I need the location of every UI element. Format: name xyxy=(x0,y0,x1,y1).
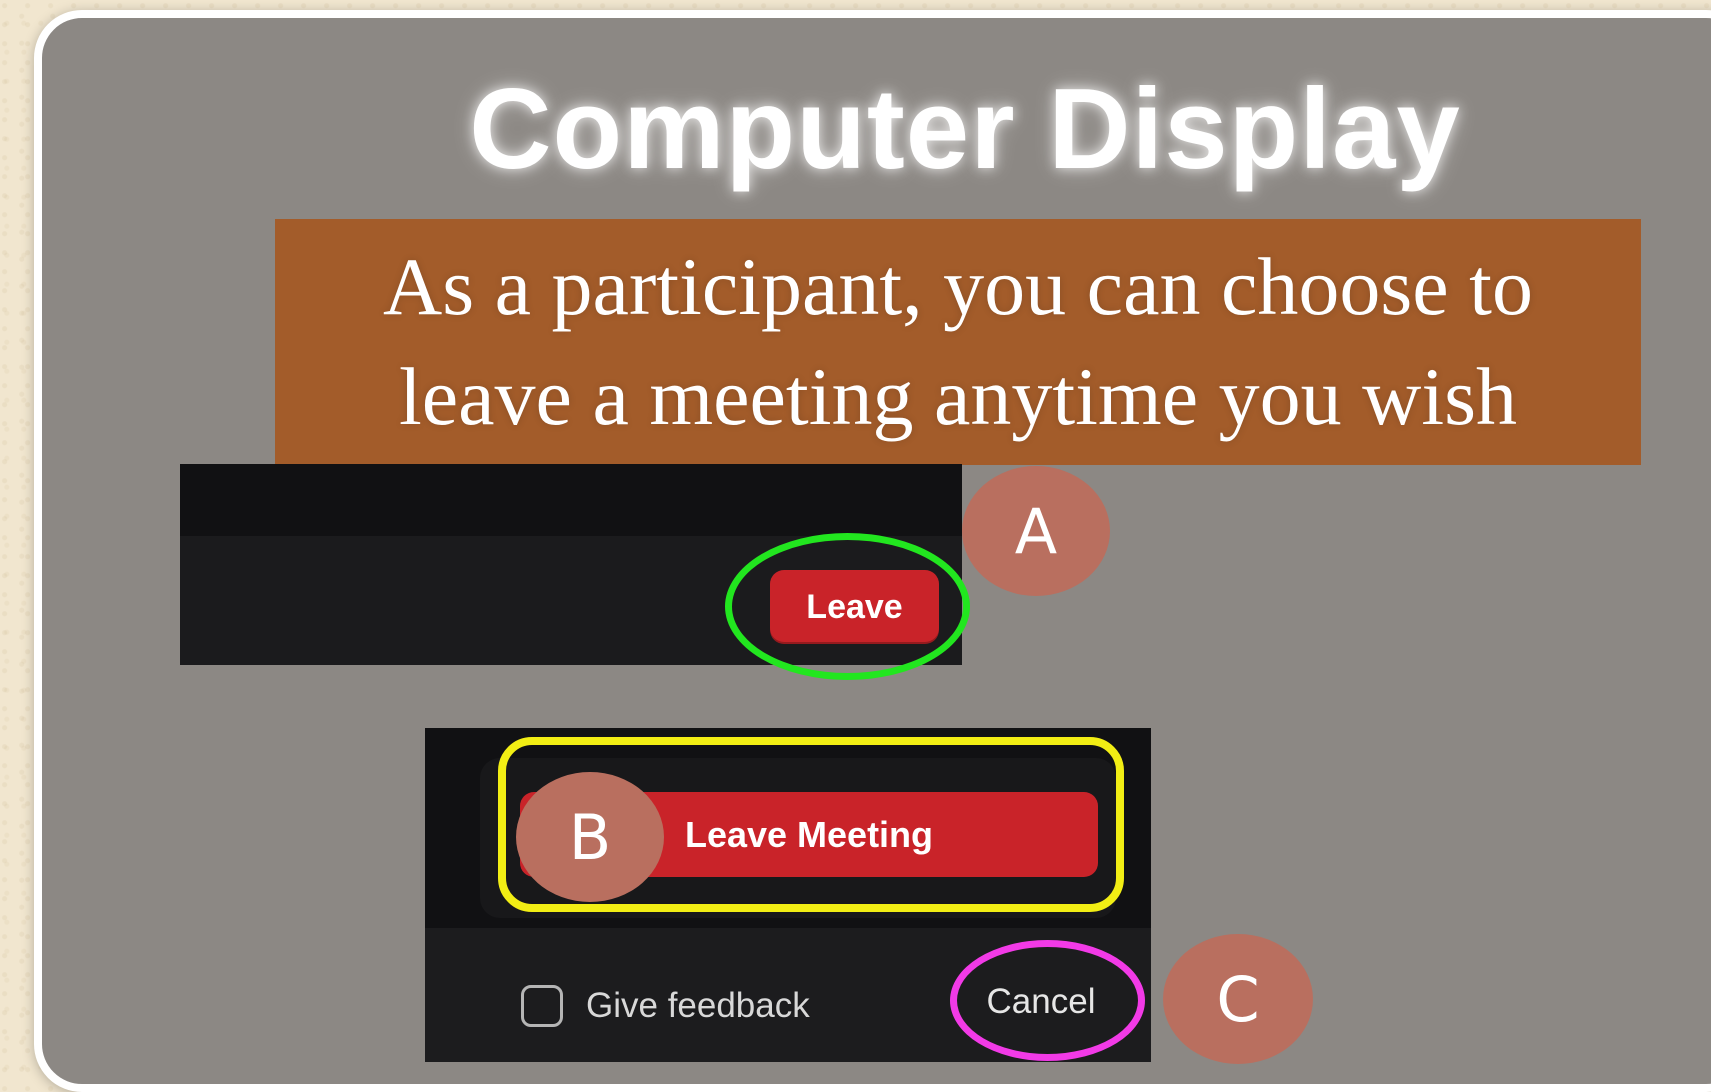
give-feedback-checkbox[interactable] xyxy=(521,985,563,1027)
give-feedback-label: Give feedback xyxy=(586,986,810,1025)
instruction-banner: As a participant, you can choose to leav… xyxy=(275,219,1641,465)
marker-b: B xyxy=(516,772,664,902)
banner-line: leave a meeting anytime you wish xyxy=(398,351,1518,442)
cancel-button-highlight xyxy=(950,940,1145,1061)
leave-button-highlight xyxy=(725,533,970,680)
slide-title: Computer Display xyxy=(469,66,1461,193)
banner-line: As a participant, you can choose to xyxy=(383,241,1533,332)
marker-a: A xyxy=(962,466,1110,596)
toolbar-top-strip xyxy=(180,464,962,536)
marker-c: C xyxy=(1163,934,1313,1064)
